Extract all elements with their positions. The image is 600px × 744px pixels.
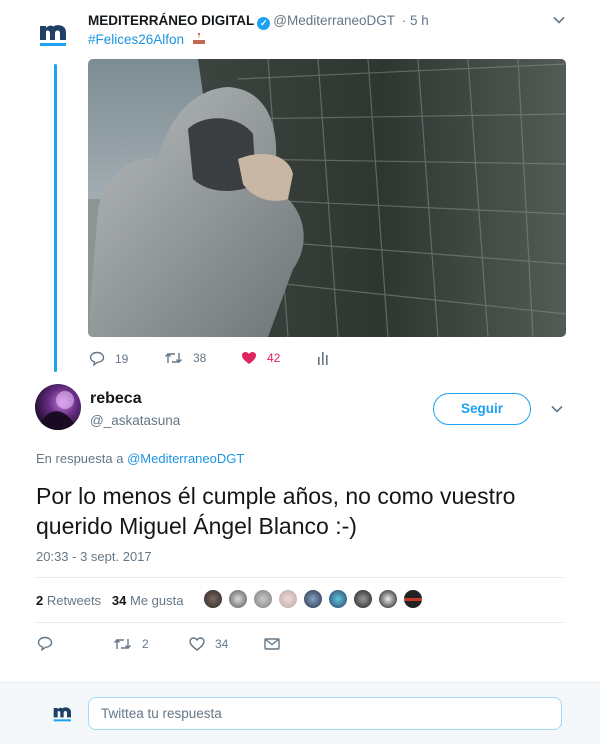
tweet-photo[interactable] [88,59,566,337]
retweets-label: Retweets [46,593,102,608]
retweets-stat[interactable]: 2 Retweets [36,593,101,608]
avatar[interactable] [35,384,81,430]
mediterraneo-logo-small-icon [53,707,71,722]
parent-retweet-action[interactable]: 38 [164,351,206,365]
reply-timestamp[interactable]: 20:33 - 3 sept. 2017 [36,549,152,564]
reply-author-name[interactable]: rebeca [90,390,142,408]
heart-outline-icon [189,637,205,651]
photo-hooded-person-at-fence [88,59,566,337]
likes-stat[interactable]: 34 Me gusta [112,593,184,608]
heart-filled-icon [242,352,256,364]
retweet-icon [114,639,131,649]
reply-tweet-text: Por lo menos él cumple años, no como vue… [36,483,516,539]
analytics-icon [318,352,328,365]
reply-author-handle[interactable]: @_askatasuna [90,413,180,428]
retweets-count: 2 [36,593,44,608]
liker-avatar[interactable] [252,588,274,610]
follow-button[interactable]: Seguir [433,393,531,425]
divider [35,577,564,578]
hashtag-link[interactable]: #Felices26Alfon [88,32,184,47]
parent-author-name[interactable]: MEDITERRÁNEO DIGITAL [88,13,254,28]
parent-author-handle[interactable]: @MediterraneoDGT [273,13,395,28]
liker-avatar[interactable] [227,588,249,610]
liker-avatar[interactable] [402,588,424,610]
cake-emoji-icon [192,33,205,44]
likes-label: Me gusta [130,593,184,608]
liker-avatar[interactable] [302,588,324,610]
envelope-icon [264,638,280,650]
reply-dm-action[interactable] [264,638,280,650]
parent-analytics-action[interactable] [317,351,329,365]
liker-avatar[interactable] [352,588,374,610]
engagement-stats: 2 Retweets 34 Me gusta [36,593,183,608]
thread-connector-line [54,64,57,372]
reply-like-action[interactable]: 34 [189,637,228,651]
in-reply-to: En respuesta a @MediterraneoDGT [36,451,244,466]
parent-retweet-count: 38 [193,351,207,365]
reply-retweet-action[interactable]: 2 [113,637,149,651]
parent-tweet-time[interactable]: · 5 h [402,13,429,28]
in-reply-to-prefix: En respuesta a [36,451,124,466]
liker-avatar[interactable] [202,588,224,610]
reply-like-count: 34 [215,637,229,651]
reply-more-chevron-icon[interactable] [550,402,564,419]
in-reply-to-handle-link[interactable]: @MediterraneoDGT [127,451,244,466]
parent-reply-action[interactable]: 19 [89,351,128,366]
liker-avatars [202,588,427,610]
liker-avatar[interactable] [327,588,349,610]
reply-icon [89,351,105,366]
liker-avatar[interactable] [277,588,299,610]
verified-badge-icon: ✓ [257,17,271,30]
parent-reply-count: 19 [115,351,129,366]
reply-compose-input[interactable]: Twittea tu respuesta [88,697,562,730]
likes-count: 34 [111,593,127,608]
reply-reply-action[interactable] [37,636,63,651]
divider [35,622,564,623]
mediterraneo-logo[interactable] [38,14,70,50]
parent-like-count: 42 [267,351,281,365]
liker-avatar[interactable] [377,588,399,610]
parent-tweet-text: #Felices26Alfon [88,32,206,47]
compose-logo [52,700,74,729]
parent-tweet-header: MEDITERRÁNEO DIGITAL ✓ @MediterraneoDGT · … [88,13,429,30]
parent-more-chevron-icon[interactable] [552,13,566,30]
avatar-image [39,391,77,430]
reply-retweet-count: 2 [142,637,149,651]
reply-icon [37,636,53,651]
retweet-icon [165,353,182,363]
mediterraneo-logo-mark [40,25,66,46]
parent-like-action[interactable]: 42 [241,351,280,365]
